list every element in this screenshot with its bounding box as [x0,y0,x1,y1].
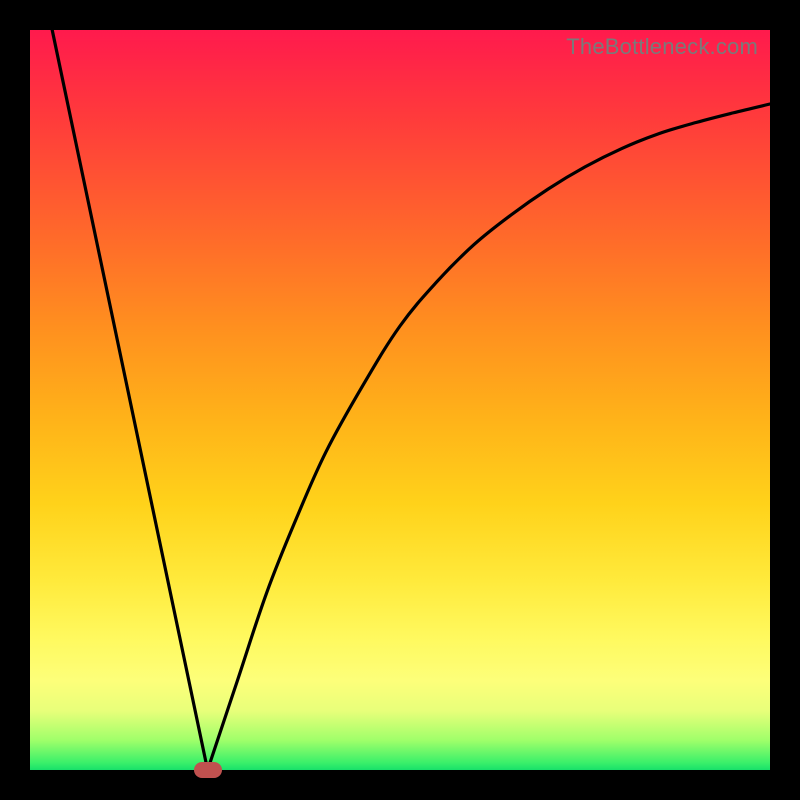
plot-area: TheBottleneck.com [30,30,770,770]
optimum-marker [194,762,222,778]
bottleneck-curve [30,30,770,770]
chart-frame: TheBottleneck.com [0,0,800,800]
